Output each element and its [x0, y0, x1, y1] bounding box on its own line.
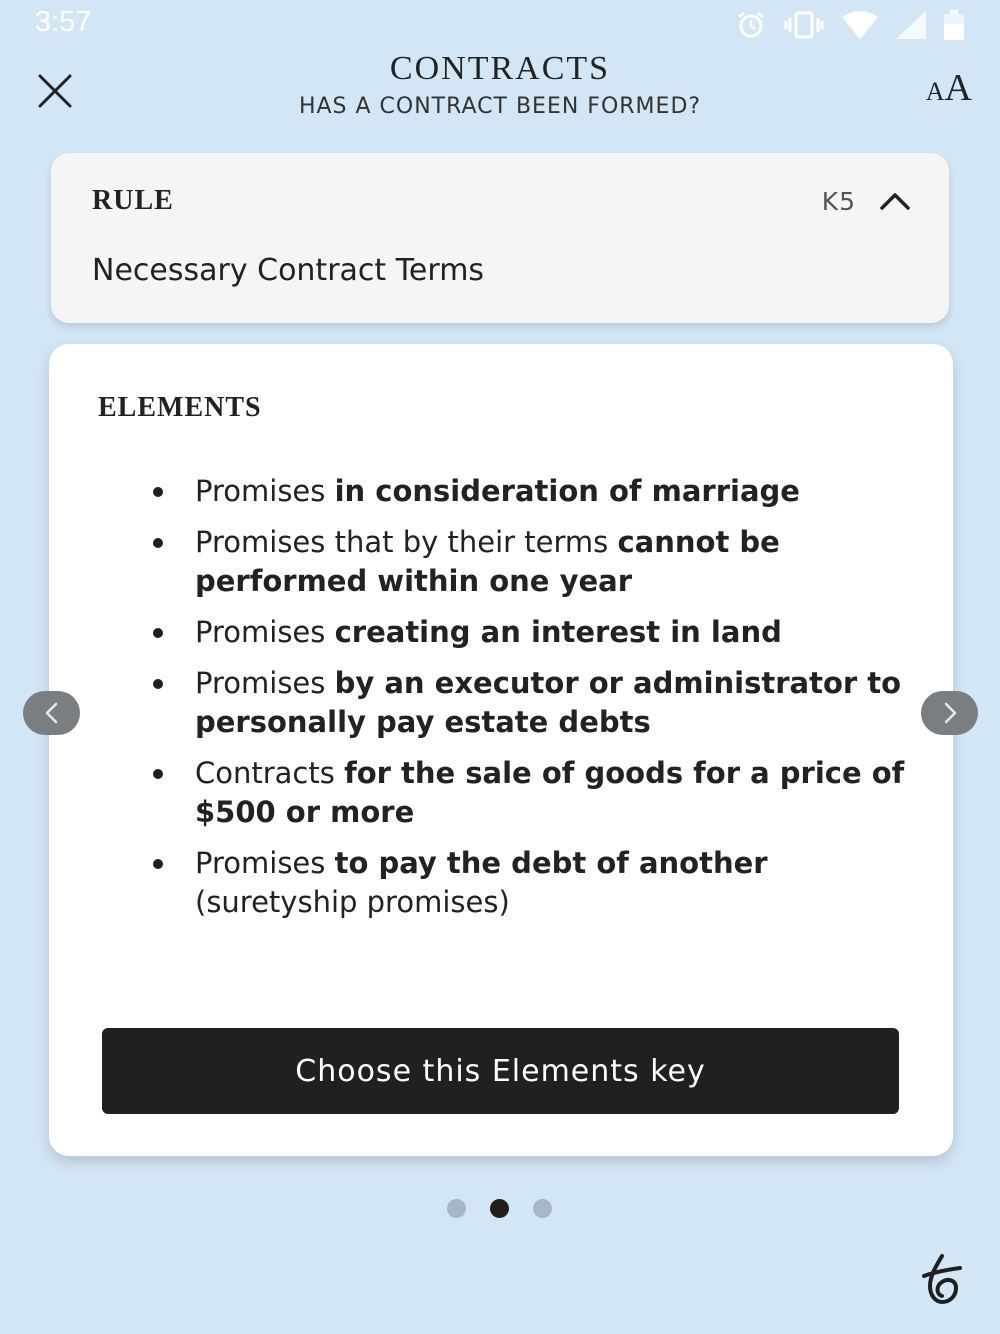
- elements-card: ELEMENTS Promises in consideration of ma…: [49, 344, 953, 1156]
- alarm-icon: [738, 11, 764, 38]
- collapse-button[interactable]: [879, 189, 911, 213]
- page-dot-2[interactable]: [490, 1199, 509, 1218]
- item-lead: Contracts: [195, 756, 345, 790]
- status-icons: [736, 10, 964, 40]
- item-bold: to pay the debt of another: [334, 846, 768, 880]
- list-item: Promises creating an interest in land: [149, 613, 909, 652]
- chevron-right-icon: [944, 702, 957, 724]
- font-size-small-label: A: [925, 77, 945, 106]
- bullet: [153, 769, 163, 779]
- page-dot-1[interactable]: [447, 1199, 466, 1218]
- wifi-icon: [842, 11, 878, 39]
- item-bold: in consideration of marriage: [334, 474, 800, 508]
- item-tail: (suretyship promises): [195, 885, 510, 919]
- previous-button[interactable]: [23, 691, 80, 735]
- status-time: 3:57: [35, 6, 92, 38]
- rule-code: K5: [821, 187, 856, 216]
- choose-elements-key-button[interactable]: Choose this Elements key: [102, 1028, 899, 1114]
- page-dot-3[interactable]: [533, 1199, 552, 1218]
- bullet: [153, 628, 163, 638]
- item-lead: Promises: [195, 846, 335, 880]
- item-lead: Promises: [195, 666, 335, 700]
- next-button[interactable]: [921, 691, 978, 735]
- page-title: CONTRACTS: [389, 50, 611, 87]
- bullet: [153, 487, 163, 497]
- status-bar: 3:57: [0, 0, 1000, 50]
- rule-label: RULE: [92, 185, 174, 216]
- rule-card: RULE K5 Necessary Contract Terms: [51, 153, 949, 323]
- elements-label: ELEMENTS: [98, 392, 262, 423]
- vibrate-icon: [784, 11, 824, 39]
- list-item: Promises to pay the debt of another (sur…: [149, 844, 909, 922]
- bullet: [153, 538, 163, 548]
- bullet: [153, 859, 163, 869]
- list-item: Promises in consideration of marriage: [149, 472, 909, 511]
- elements-list: Promises in consideration of marriage Pr…: [149, 472, 909, 934]
- signal-icon: [896, 11, 926, 39]
- list-item: Promises by an executor or administrator…: [149, 664, 909, 742]
- font-size-large-label: A: [944, 67, 972, 109]
- rule-name: Necessary Contract Terms: [92, 253, 485, 288]
- item-lead: Promises that by their terms: [195, 525, 618, 559]
- list-item: Contracts for the sale of goods for a pr…: [149, 754, 909, 832]
- page-subtitle: HAS A CONTRACT BEEN FORMED?: [298, 94, 702, 119]
- item-lead: Promises: [195, 615, 335, 649]
- list-item: Promises that by their terms cannot be p…: [149, 523, 909, 601]
- page-indicator: [447, 1199, 552, 1218]
- font-size-button[interactable]: AA: [926, 66, 972, 110]
- chevron-up-icon: [880, 193, 910, 210]
- bullet: [153, 679, 163, 689]
- item-bold: creating an interest in land: [334, 615, 782, 649]
- chevron-left-icon: [45, 702, 58, 724]
- item-lead: Promises: [195, 474, 335, 508]
- battery-icon: [944, 10, 964, 40]
- brand-logo-icon: [922, 1254, 962, 1305]
